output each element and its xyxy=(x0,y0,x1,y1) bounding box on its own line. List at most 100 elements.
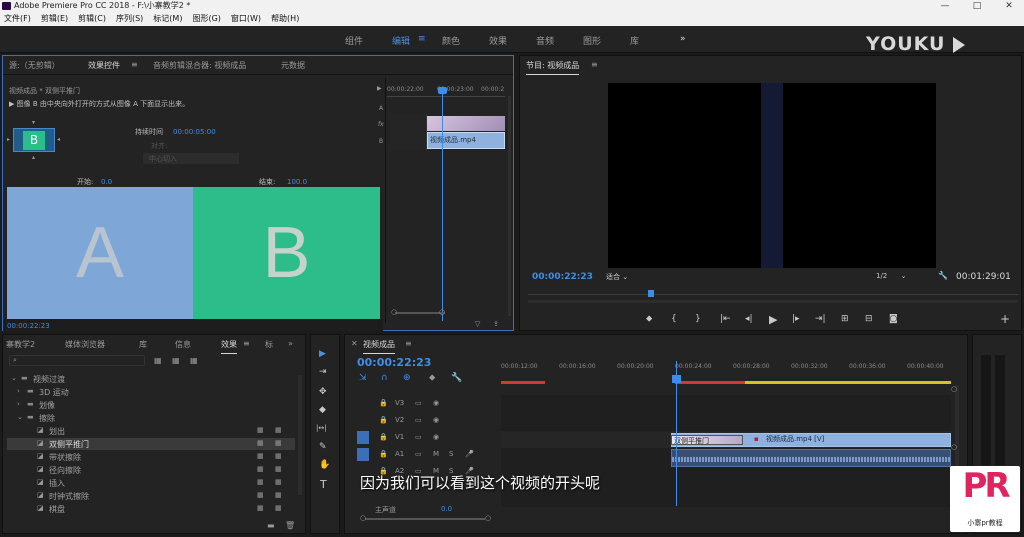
hand-tool-icon[interactable]: ✋ xyxy=(319,460,330,470)
tab-markers[interactable]: 标 xyxy=(265,339,273,350)
program-zoom-bar[interactable] xyxy=(528,300,1018,303)
track-source-patch[interactable] xyxy=(357,397,369,410)
mini-transition-clip[interactable] xyxy=(427,116,505,131)
delete-icon[interactable]: 🗑 xyxy=(285,521,295,530)
workspace-libraries[interactable]: 库 xyxy=(630,34,639,47)
eye-icon[interactable]: ◉ xyxy=(433,433,439,441)
effects-tree-item[interactable]: ◪ ▦ ▦ 插入 xyxy=(7,477,295,489)
menu-marker[interactable]: 标记(M) xyxy=(153,12,182,26)
effects-tree-item[interactable]: ◪ ▦ ▦ 径向擦除 xyxy=(7,464,295,476)
effect-controls-timecode[interactable]: 00:00:22:23 xyxy=(7,322,50,330)
menu-sequence[interactable]: 序列(S) xyxy=(116,12,143,26)
fit-dropdown[interactable]: 适合 ⌄ xyxy=(606,272,628,282)
mini-playhead-handle[interactable] xyxy=(438,87,447,94)
maximize-button[interactable]: □ xyxy=(962,0,992,12)
step-forward-button[interactable]: |▸ xyxy=(792,314,800,324)
align-dropdown[interactable]: 中心切入 xyxy=(143,153,239,164)
pen-tool-icon[interactable]: ✎ xyxy=(319,442,327,452)
program-menu-icon[interactable]: ≡ xyxy=(591,60,598,69)
toggle-sync-lock-icon[interactable]: ▭ xyxy=(415,399,422,407)
export-icon[interactable]: ⇪ xyxy=(493,320,499,328)
effects-tree-item[interactable]: ◪ ▦ ▦ 双侧平推门 xyxy=(7,438,295,450)
minimize-button[interactable]: — xyxy=(930,0,960,12)
resolution-dropdown[interactable]: 1/2 ⌄ xyxy=(876,272,906,280)
razor-tool-icon[interactable]: ◆ xyxy=(319,405,326,415)
track-source-patch[interactable] xyxy=(357,448,369,461)
tab-project[interactable]: 寨教学2 xyxy=(6,339,35,350)
program-video-frame[interactable] xyxy=(608,83,936,268)
thumb-arrow-down-icon[interactable]: ▴ xyxy=(32,154,35,161)
nest-icon[interactable]: ⇲ xyxy=(359,373,367,383)
mark-out-button[interactable]: } xyxy=(695,314,701,324)
expand-open-icon[interactable]: ⌄ xyxy=(11,374,17,382)
close-button[interactable]: ✕ xyxy=(994,0,1024,12)
effects-tree-item[interactable]: › ▬ 划像 xyxy=(7,399,295,411)
tab-libraries[interactable]: 库 xyxy=(139,339,147,350)
a1-audio-clip[interactable] xyxy=(671,449,951,467)
timeline-ruler[interactable]: 00:00:12:00 00:00:16:00 00:00:20:00 00:00:2… xyxy=(501,363,951,375)
tab-media-browser[interactable]: 媒体浏览器 xyxy=(65,339,105,350)
workspace-assembly[interactable]: 组件 xyxy=(345,34,363,47)
effects-search-input[interactable]: ⌕ xyxy=(9,355,145,366)
wrench-icon[interactable]: 🔧 xyxy=(938,271,948,280)
32bit-effects-icon[interactable]: ▦ xyxy=(172,356,180,365)
thumb-arrow-left-icon[interactable]: ▸ xyxy=(7,136,10,143)
program-scrubber[interactable] xyxy=(528,294,1018,295)
menu-clip[interactable]: 剪辑(C) xyxy=(78,12,106,26)
go-to-in-button[interactable]: |⇤ xyxy=(720,314,731,324)
program-title[interactable]: 节目: 视频成品 xyxy=(526,60,580,75)
track-source-patch[interactable] xyxy=(357,431,369,444)
mini-scrollbar[interactable] xyxy=(508,96,511,316)
add-marker-button[interactable]: ⬥ xyxy=(646,314,652,324)
track-lock-icon[interactable]: 🔒 xyxy=(379,433,388,441)
play-button[interactable]: ▶ xyxy=(769,313,777,326)
track-source-patch[interactable] xyxy=(357,414,369,427)
tab-metadata[interactable]: 元数据 xyxy=(281,60,305,71)
toggle-sync-lock-icon[interactable]: ▭ xyxy=(415,450,422,458)
add-marker-icon[interactable]: ⬥ xyxy=(429,373,435,383)
timeline-scroll-top-icon[interactable]: ○ xyxy=(951,385,957,393)
tab-effects[interactable]: 效果 xyxy=(221,339,237,354)
mini-play-icon[interactable]: ▶ xyxy=(377,85,382,92)
menu-graphics[interactable]: 图形(G) xyxy=(192,12,220,26)
mini-zoom-right-icon[interactable]: ○ xyxy=(439,308,445,316)
effect-controls-menu-icon[interactable]: ≡ xyxy=(131,60,138,69)
timeline-playhead-handle[interactable] xyxy=(672,375,681,383)
track-lock-icon[interactable]: 🔒 xyxy=(379,450,388,458)
ripple-edit-tool-icon[interactable]: ✥ xyxy=(319,387,327,397)
effects-tree-item[interactable]: ◪ ▦ ▦ 划出 xyxy=(7,425,295,437)
linked-selection-icon[interactable]: ⊕ xyxy=(403,373,411,383)
mute-button[interactable]: M xyxy=(433,450,439,458)
mark-in-button[interactable]: { xyxy=(671,314,677,324)
selection-tool-icon[interactable]: ▶ xyxy=(319,349,326,359)
snap-icon[interactable]: ∩ xyxy=(381,373,388,383)
tab-source[interactable]: 源:（无剪辑） xyxy=(9,60,60,71)
timeline-close-icon[interactable]: ✕ xyxy=(351,339,358,348)
duration-value[interactable]: 00:00:05:00 xyxy=(173,128,216,136)
filter-icon[interactable]: ▽ xyxy=(475,320,480,328)
timeline-settings-icon[interactable]: 🔧 xyxy=(451,373,462,383)
extract-button[interactable]: ⊟ xyxy=(865,314,873,324)
track-lock-icon[interactable]: 🔒 xyxy=(379,399,388,407)
expand-closed-icon[interactable]: › xyxy=(17,400,20,408)
timeline-timecode[interactable]: 00:00:22:23 xyxy=(357,356,431,369)
timeline-menu-icon[interactable]: ≡ xyxy=(405,339,412,348)
solo-button[interactable]: S xyxy=(449,450,453,458)
tab-info[interactable]: 信息 xyxy=(175,339,191,350)
tabs-more-icon[interactable]: » xyxy=(288,339,293,348)
thumb-arrow-up-icon[interactable]: ▾ xyxy=(32,119,35,126)
transition-clip[interactable]: 双侧平推门 xyxy=(671,435,743,445)
mini-video-clip[interactable]: 视频成品.mp4 xyxy=(427,132,505,149)
timeline-tab[interactable]: 视频成品 xyxy=(363,339,395,354)
tab-audio-clip-mixer[interactable]: 音频剪辑混合器: 视频成品 xyxy=(153,60,246,71)
thumb-arrow-right-icon[interactable]: ◂ xyxy=(57,136,60,143)
effects-menu-icon[interactable]: ≡ xyxy=(243,339,250,348)
master-volume-slider[interactable] xyxy=(365,518,485,520)
master-slider-right-icon[interactable]: ○ xyxy=(485,514,491,522)
go-to-out-button[interactable]: ⇥| xyxy=(815,314,826,324)
effects-scrollbar[interactable] xyxy=(298,375,302,495)
step-back-button[interactable]: ◂| xyxy=(745,314,753,324)
effects-tree-item[interactable]: ◪ ▦ ▦ 时钟式擦除 xyxy=(7,490,295,502)
program-playhead[interactable] xyxy=(648,290,654,297)
workspace-graphics[interactable]: 图形 xyxy=(583,34,601,47)
